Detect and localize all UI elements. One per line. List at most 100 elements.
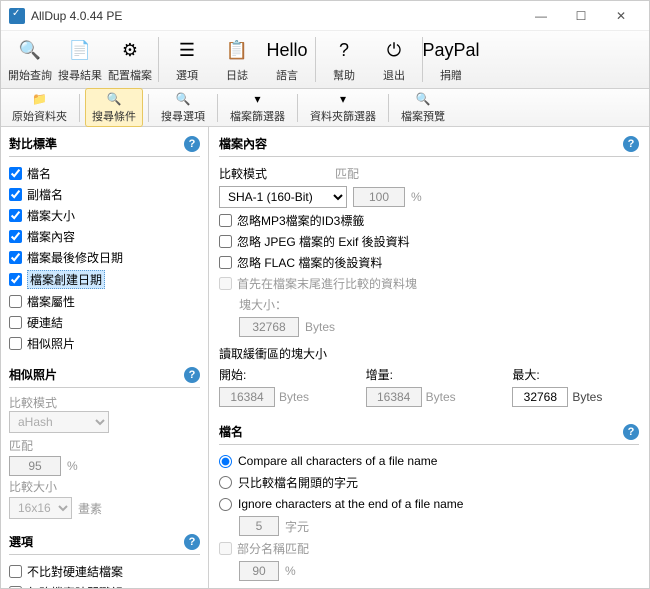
help-icon: ? bbox=[330, 37, 358, 65]
criteria-row-4[interactable]: 檔案最後修改日期 bbox=[9, 247, 200, 268]
buffer-max-input[interactable] bbox=[512, 387, 568, 407]
criteria-row-1[interactable]: 副檔名 bbox=[9, 184, 200, 205]
criteria-row-8[interactable]: 相似照片 bbox=[9, 333, 200, 354]
tail-block-checkbox[interactable] bbox=[219, 277, 232, 290]
criteria-checkbox[interactable] bbox=[9, 251, 22, 264]
filename-opt-end-radio[interactable] bbox=[219, 498, 232, 511]
buffer-title: 讀取緩衝區的塊大小 bbox=[219, 345, 639, 362]
criteria-row-3[interactable]: 檔案內容 bbox=[9, 226, 200, 247]
ignore-flac-row[interactable]: 忽略 FLAC 檔案的後設資料 bbox=[219, 252, 639, 273]
maximize-button[interactable]: ☐ bbox=[561, 2, 601, 30]
filename-opt-begin-radio[interactable] bbox=[219, 476, 232, 489]
criteria-checkbox[interactable] bbox=[9, 230, 22, 243]
subtoolbar-label: 原始資料夾 bbox=[12, 108, 67, 124]
help-icon[interactable]: ? bbox=[184, 136, 200, 152]
similar-photos-title-text: 相似照片 bbox=[9, 366, 57, 383]
subtoolbar-2[interactable]: 🔍 搜尋選項 bbox=[154, 88, 212, 127]
buffer-start-input[interactable] bbox=[219, 387, 275, 407]
criteria-title-text: 對比標準 bbox=[9, 135, 57, 152]
compare-size-label: 比較大小 bbox=[9, 478, 200, 495]
help-icon[interactable]: ? bbox=[184, 534, 200, 550]
similar-match-value[interactable] bbox=[9, 456, 61, 476]
criteria-row-7[interactable]: 硬連結 bbox=[9, 312, 200, 333]
match-unit: % bbox=[411, 190, 422, 204]
search-criteria-icon: 🔍 bbox=[106, 91, 122, 107]
toolbar-language[interactable]: Hello 語言 bbox=[262, 33, 312, 86]
subtoolbar-label: 檔案預覽 bbox=[401, 108, 445, 124]
block-size-input[interactable] bbox=[239, 317, 299, 337]
similar-compare-mode-select[interactable]: aHash bbox=[9, 411, 109, 433]
match-unit: % bbox=[67, 459, 78, 473]
help-icon[interactable]: ? bbox=[623, 136, 639, 152]
subtoolbar-1[interactable]: 🔍 搜尋條件 bbox=[85, 88, 143, 127]
right-panel: 檔案內容 ? 比較模式 匹配 SHA-1 (160-Bit) % 忽略MP3檔案… bbox=[209, 127, 649, 588]
content-compare-mode-select[interactable]: SHA-1 (160-Bit) bbox=[219, 186, 347, 208]
options-row-0[interactable]: 不比對硬連結檔案 bbox=[9, 561, 200, 582]
toolbar-exit[interactable]: ⏻ 退出 bbox=[369, 33, 419, 86]
filename-ignore-chars-row[interactable]: 忽略檔名中的特定字元 bbox=[219, 587, 639, 588]
content-match-value[interactable] bbox=[353, 187, 405, 207]
minimize-button[interactable]: — bbox=[521, 2, 561, 30]
toolbar-search[interactable]: 🔍 開始查詢 bbox=[5, 33, 55, 86]
filename-opt-all-radio[interactable] bbox=[219, 455, 232, 468]
block-size-unit: Bytes bbox=[305, 320, 335, 334]
subtoolbar-5[interactable]: 🔍 檔案預覽 bbox=[394, 88, 452, 127]
subtoolbar-0[interactable]: 📁 原始資料夾 bbox=[5, 88, 74, 127]
filename-opt-begin-label: 只比較檔名開頭的字元 bbox=[238, 474, 358, 491]
criteria-label: 硬連結 bbox=[27, 314, 63, 331]
help-icon[interactable]: ? bbox=[184, 367, 200, 383]
filename-opt-all[interactable]: Compare all characters of a file name bbox=[219, 451, 639, 471]
criteria-checkbox[interactable] bbox=[9, 273, 22, 286]
criteria-checkbox[interactable] bbox=[9, 209, 22, 222]
filename-partial-label: 部分名稱匹配 bbox=[237, 540, 309, 557]
main-toolbar: 🔍 開始查詢📄 搜尋結果⚙ 配置檔案☰ 選項📋 日誌Hello 語言? 幫助⏻ … bbox=[1, 31, 649, 89]
toolbar-help[interactable]: ? 幫助 bbox=[319, 33, 369, 86]
options-checkbox[interactable] bbox=[9, 586, 22, 588]
ignore-jpeg-row[interactable]: 忽略 JPEG 檔案的 Exif 後設資料 bbox=[219, 231, 639, 252]
criteria-row-0[interactable]: 檔名 bbox=[9, 163, 200, 184]
filename-opt-all-label: Compare all characters of a file name bbox=[238, 454, 437, 468]
toolbar-log[interactable]: 📋 日誌 bbox=[212, 33, 262, 86]
toolbar-label: 日誌 bbox=[226, 67, 248, 83]
toolbar-label: 開始查詢 bbox=[8, 67, 52, 83]
similar-size-select[interactable]: 16x16 bbox=[9, 497, 72, 519]
options-label: 忽略檔案時間戳記 bbox=[27, 584, 123, 588]
criteria-checkbox[interactable] bbox=[9, 316, 22, 329]
filename-end-value[interactable] bbox=[239, 516, 279, 536]
criteria-checkbox[interactable] bbox=[9, 295, 22, 308]
options-checkbox[interactable] bbox=[9, 565, 22, 578]
ignore-flac-checkbox[interactable] bbox=[219, 256, 232, 269]
subtoolbar-3[interactable]: ▾ 檔案篩選器 bbox=[223, 88, 292, 127]
toolbar-results[interactable]: 📄 搜尋結果 bbox=[55, 33, 105, 86]
options-label: 不比對硬連結檔案 bbox=[27, 563, 123, 580]
ignore-mp3-row[interactable]: 忽略MP3檔案的ID3標籤 bbox=[219, 210, 639, 231]
ignore-mp3-checkbox[interactable] bbox=[219, 214, 232, 227]
criteria-label: 檔案屬性 bbox=[27, 293, 75, 310]
buffer-inc-input[interactable] bbox=[366, 387, 422, 407]
criteria-checkbox[interactable] bbox=[9, 337, 22, 350]
toolbar-donate[interactable]: PayPal 捐贈 bbox=[426, 33, 476, 86]
subtoolbar-4[interactable]: ▾ 資料夾篩選器 bbox=[303, 88, 383, 127]
filename-partial-value[interactable] bbox=[239, 561, 279, 581]
filename-partial-row[interactable]: 部分名稱匹配 bbox=[219, 538, 639, 559]
help-icon[interactable]: ? bbox=[623, 424, 639, 440]
filename-opt-begin[interactable]: 只比較檔名開頭的字元 bbox=[219, 471, 639, 494]
options-row-1[interactable]: 忽略檔案時間戳記 bbox=[9, 582, 200, 588]
filename-partial-checkbox[interactable] bbox=[219, 542, 232, 555]
close-button[interactable]: ✕ bbox=[601, 2, 641, 30]
toolbar-label: 幫助 bbox=[333, 67, 355, 83]
toolbar-profile[interactable]: ⚙ 配置檔案 bbox=[105, 33, 155, 86]
toolbar-options[interactable]: ☰ 選項 bbox=[162, 33, 212, 86]
filename-opt-end[interactable]: Ignore characters at the end of a file n… bbox=[219, 494, 639, 514]
divider bbox=[219, 156, 639, 157]
toolbar-label: 選項 bbox=[176, 67, 198, 83]
criteria-checkbox[interactable] bbox=[9, 188, 22, 201]
similar-photos-title: 相似照片 ? bbox=[9, 362, 200, 385]
criteria-row-6[interactable]: 檔案屬性 bbox=[9, 291, 200, 312]
ignore-jpeg-checkbox[interactable] bbox=[219, 235, 232, 248]
criteria-row-2[interactable]: 檔案大小 bbox=[9, 205, 200, 226]
subtoolbar-label: 搜尋條件 bbox=[92, 108, 136, 124]
criteria-checkbox[interactable] bbox=[9, 167, 22, 180]
search-icon: 🔍 bbox=[16, 37, 44, 65]
criteria-row-5[interactable]: 檔案創建日期 bbox=[9, 268, 200, 291]
